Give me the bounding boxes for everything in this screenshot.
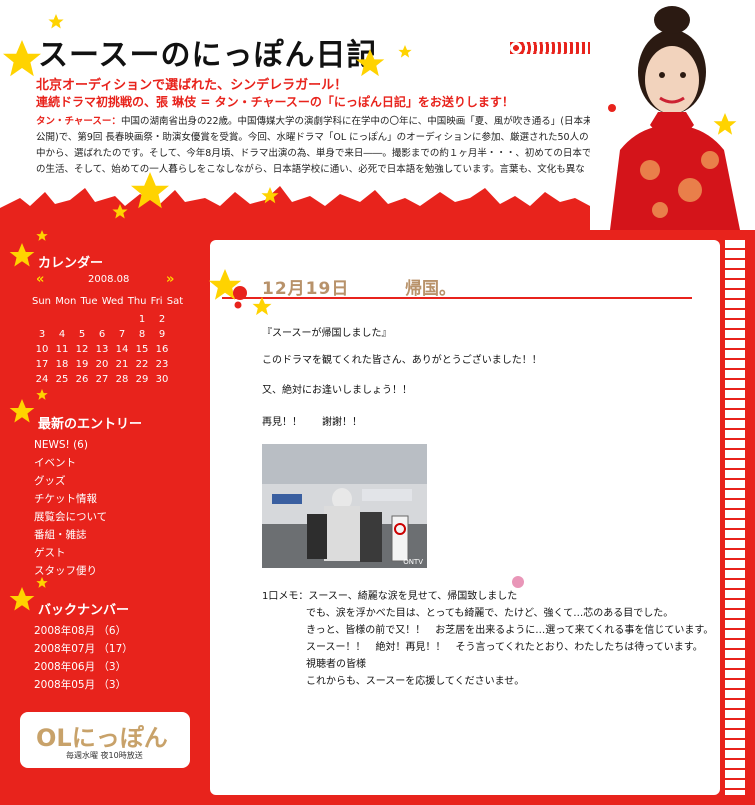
calendar-week-row: 10 11 12 13 14 15 16 [32,342,172,357]
calendar-day[interactable]: 26 [72,372,92,387]
calendar-prev-button[interactable]: « [36,272,44,287]
calendar-day [52,312,72,327]
calendar-weekday-header: Sun Mon Tue Wed Thu Fri Sat [32,296,184,307]
memo-line-6: これからも、スースーを応援してくださいませ。 [306,676,525,687]
memo-line-1: 1口メモ：スースー、綺麗な涙を見せて、帰国致しました [262,591,518,602]
calendar-title: カレンダー [38,256,104,271]
backnumber-link[interactable]: 2008年08月 （6） [34,622,133,640]
calendar-day[interactable]: 15 [132,342,152,357]
post-title-underline [222,297,692,299]
calendar-day[interactable]: 10 [32,342,52,357]
calendar-day[interactable]: 28 [112,372,132,387]
intro-name: タン・チャースー： [36,116,121,127]
post-date: 12月19日 [262,279,350,299]
calendar-day[interactable]: 11 [52,342,72,357]
backnumber-link[interactable]: 2008年06月 （3） [34,658,133,676]
calendar-week-row: 17 18 19 20 21 22 23 [32,357,172,372]
entry-link[interactable]: 番組・雑誌 [34,526,107,544]
site-title[interactable]: スースーのにっぽん日記 [38,30,378,74]
flower-border-decoration [725,240,745,795]
calendar-day[interactable]: 5 [72,327,92,342]
calendar-day[interactable]: 30 [152,372,172,387]
calendar-day[interactable]: 27 [92,372,112,387]
intro-text: タン・チャースー：中国の湖南省出身の22歳。中国傳媒大学の演劇学科に在学中の〇年… [36,114,596,178]
calendar-day[interactable]: 6 [92,327,112,342]
entry-link[interactable]: スタッフ便り [34,562,107,580]
entry-link[interactable]: ゲスト [34,544,107,562]
calendar-day[interactable]: 22 [132,357,152,372]
calendar-day [112,312,132,327]
entries-title: 最新のエントリー [38,417,143,432]
calendar-day[interactable]: 14 [112,342,132,357]
photo-caption: ONTV [403,558,423,566]
post-memo: 1口メモ：スースー、綺麗な涙を見せて、帰国致しました でも、涙を浮かべた目は、と… [262,588,713,690]
calendar-day[interactable]: 7 [112,327,132,342]
calendar-day[interactable]: 3 [32,327,52,342]
post-title[interactable]: 帰国。 [405,274,456,299]
post-line-2: このドラマを観てくれた皆さん、ありがとうございました！！ [262,355,542,366]
calendar-week-row: 12 [32,312,172,327]
tagline-2: 連続ドラマ初挑戦の、張 琳伎 = タン・チャースーの「にっぽん日記」をお送りしま… [36,95,514,109]
memo-line-2: でも、涙を浮かべた目は、とっても綺麗で、たけど、強くて…芯のある目でした。 [306,608,674,619]
calendar-day[interactable]: 21 [112,357,132,372]
post-photo[interactable]: ONTV [262,444,427,568]
ol-nippon-banner[interactable]: OLにっぽん 毎週水曜 夜10時放送 [20,712,190,768]
calendar-day[interactable]: 20 [92,357,112,372]
calendar-week-row: 3456789 [32,327,172,342]
entry-link[interactable]: 展覧会について [34,508,107,526]
memo-line-4: スースー！！ 絶対！再見！！ そう言ってくれたとおり、わたしたちは待っています。 [306,642,703,653]
calendar-day[interactable]: 24 [32,372,52,387]
entry-link[interactable]: チケット情報 [34,490,107,508]
calendar-day[interactable]: 2 [152,312,172,327]
backnumber-link[interactable]: 2008年07月 （17） [34,640,133,658]
calendar-next-button[interactable]: » [166,272,174,287]
calendar-day[interactable]: 1 [132,312,152,327]
calendar-day[interactable]: 23 [152,357,172,372]
backnumber-link[interactable]: 2008年05月 （3） [34,676,133,694]
calendar-day[interactable]: 29 [132,372,152,387]
post-line-4: 再見！！ 謝謝！！ [262,417,362,428]
calendar-day[interactable]: 16 [152,342,172,357]
calendar-day[interactable]: 4 [52,327,72,342]
entries-list: NEWS! (6) イベント グッズ チケット情報 展覧会について 番組・雑誌 ゲスト スタッ… [34,436,107,580]
entry-link[interactable]: グッズ [34,472,107,490]
memo-line-5: 視聴者の皆様 [306,659,366,670]
tagline-1: 北京オーディションで選ばれた、シンデレラガール！ [36,78,348,93]
calendar-day [32,312,52,327]
post-line-1: 『スースーが帰国しました』 [262,328,392,339]
calendar-day[interactable]: 8 [132,327,152,342]
calendar-day[interactable]: 19 [72,357,92,372]
entry-link[interactable]: イベント [34,454,107,472]
backnumber-title: バックナンバー [38,603,130,618]
site-header: スースーのにっぽん日記 北京オーディションで選ばれた、シンデレラガール！ 連続ド… [0,0,755,230]
memo-line-3: きっと、皆様の前で又！！ お芝居を出来るように…選って来てくれる事を信じています… [306,625,714,636]
airport-photo-art [262,444,427,568]
calendar-day [92,312,112,327]
calendar-month: 2008.08 [88,274,130,285]
actress-photo [590,0,755,230]
backnumber-list: 2008年08月 （6） 2008年07月 （17） 2008年06月 （3） 200… [34,622,133,694]
calendar-day[interactable]: 9 [152,327,172,342]
calendar-day[interactable]: 18 [52,357,72,372]
post-line-3: 又、絶対にお逢いしましょう！！ [262,385,412,396]
banner-title: OLにっぽん [36,724,168,752]
calendar-day[interactable]: 12 [72,342,92,357]
calendar-day[interactable]: 25 [52,372,72,387]
calendar-day[interactable]: 13 [92,342,112,357]
calendar-grid: 1 2 3 4 5 6 7 8 9 10 11 12 13 14 15 16 17 18 19 20 21 22 23 24 2… [32,312,172,387]
calendar-week-row: 24 25 26 27 28 29 30 [32,372,172,387]
banner-subtitle: 毎週水曜 夜10時放送 [66,751,143,760]
calendar-day[interactable]: 17 [32,357,52,372]
calendar-day [72,312,92,327]
entry-link[interactable]: NEWS! (6) [34,436,107,454]
